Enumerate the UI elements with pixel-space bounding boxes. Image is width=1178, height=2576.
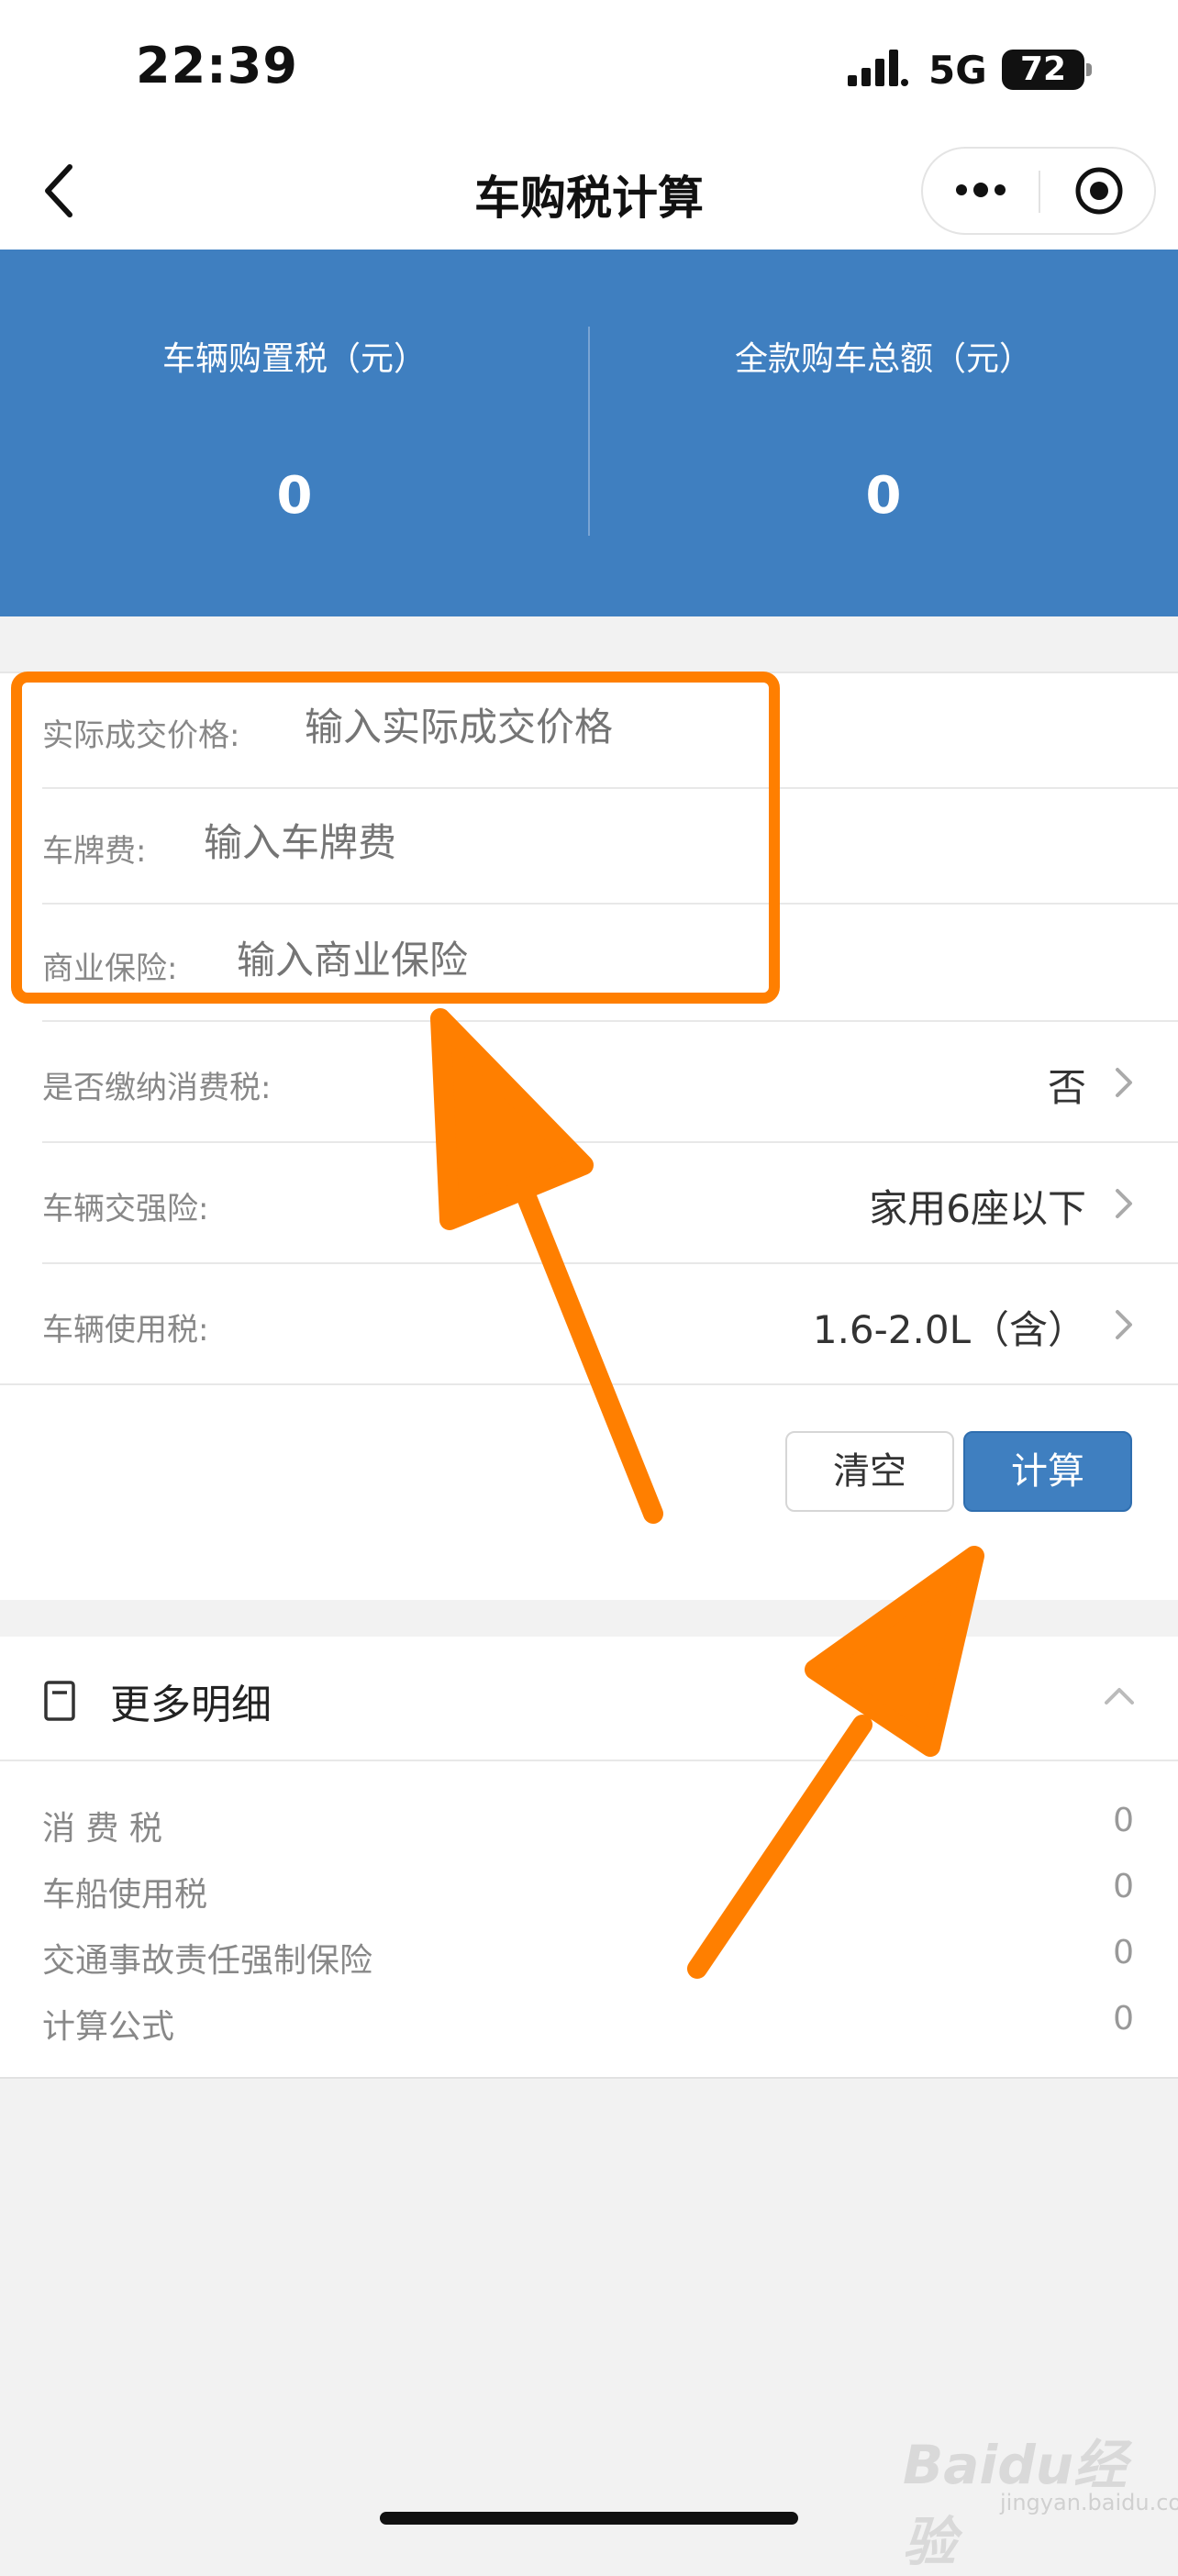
compulsory-insurance-select[interactable]: 家用6座以下 (734, 1178, 1086, 1234)
details-title[interactable]: 更多明细 (110, 1671, 272, 1730)
usage-tax-select[interactable]: 1.6-2.0L（含） (716, 1299, 1086, 1355)
watermark-url: jingyan.baidu.com (1000, 2490, 1178, 2515)
purchase-tax-value: 0 (276, 466, 313, 526)
chevron-right-icon (1116, 1068, 1132, 1097)
total-amount-label: 全款购车总额（元） (734, 340, 1032, 378)
calculate-button[interactable]: 计算 (963, 1431, 1132, 1512)
consumption-tax-label: 是否缴纳消费税: (42, 1070, 272, 1106)
annotation-highlight-box (11, 672, 780, 1004)
signal-icon (848, 50, 908, 86)
detail-value: 0 (1113, 1868, 1134, 1905)
chevron-up-icon[interactable] (1101, 1681, 1138, 1708)
target-icon[interactable] (1073, 165, 1125, 217)
chevron-right-icon (1116, 1189, 1132, 1218)
clear-button[interactable]: 清空 (785, 1431, 954, 1512)
document-icon (44, 1681, 75, 1721)
detail-value: 0 (1113, 1934, 1134, 1971)
more-dots-icon[interactable] (952, 176, 1009, 204)
detail-value: 0 (1113, 2000, 1134, 2037)
detail-label: 车船使用税 (42, 1876, 208, 1914)
home-indicator[interactable] (380, 2512, 798, 2525)
usage-tax-label: 车辆使用税: (42, 1312, 209, 1349)
purchase-tax-label: 车辆购置税（元） (161, 340, 427, 378)
detail-label: 消 费 税 (42, 1810, 162, 1848)
detail-value: 0 (1113, 1802, 1134, 1839)
total-amount-value: 0 (865, 466, 902, 526)
network-type: 5G (928, 48, 987, 93)
battery-level: 72 (1019, 50, 1067, 88)
status-time: 22:39 (136, 37, 298, 94)
detail-label: 交通事故责任强制保险 (42, 1942, 373, 1980)
chevron-right-icon (1116, 1310, 1132, 1339)
compulsory-insurance-label: 车辆交强险: (42, 1191, 209, 1227)
consumption-tax-select[interactable]: 否 (734, 1057, 1086, 1113)
detail-label: 计算公式 (42, 2008, 175, 2046)
battery-icon: 72 (1002, 50, 1092, 90)
